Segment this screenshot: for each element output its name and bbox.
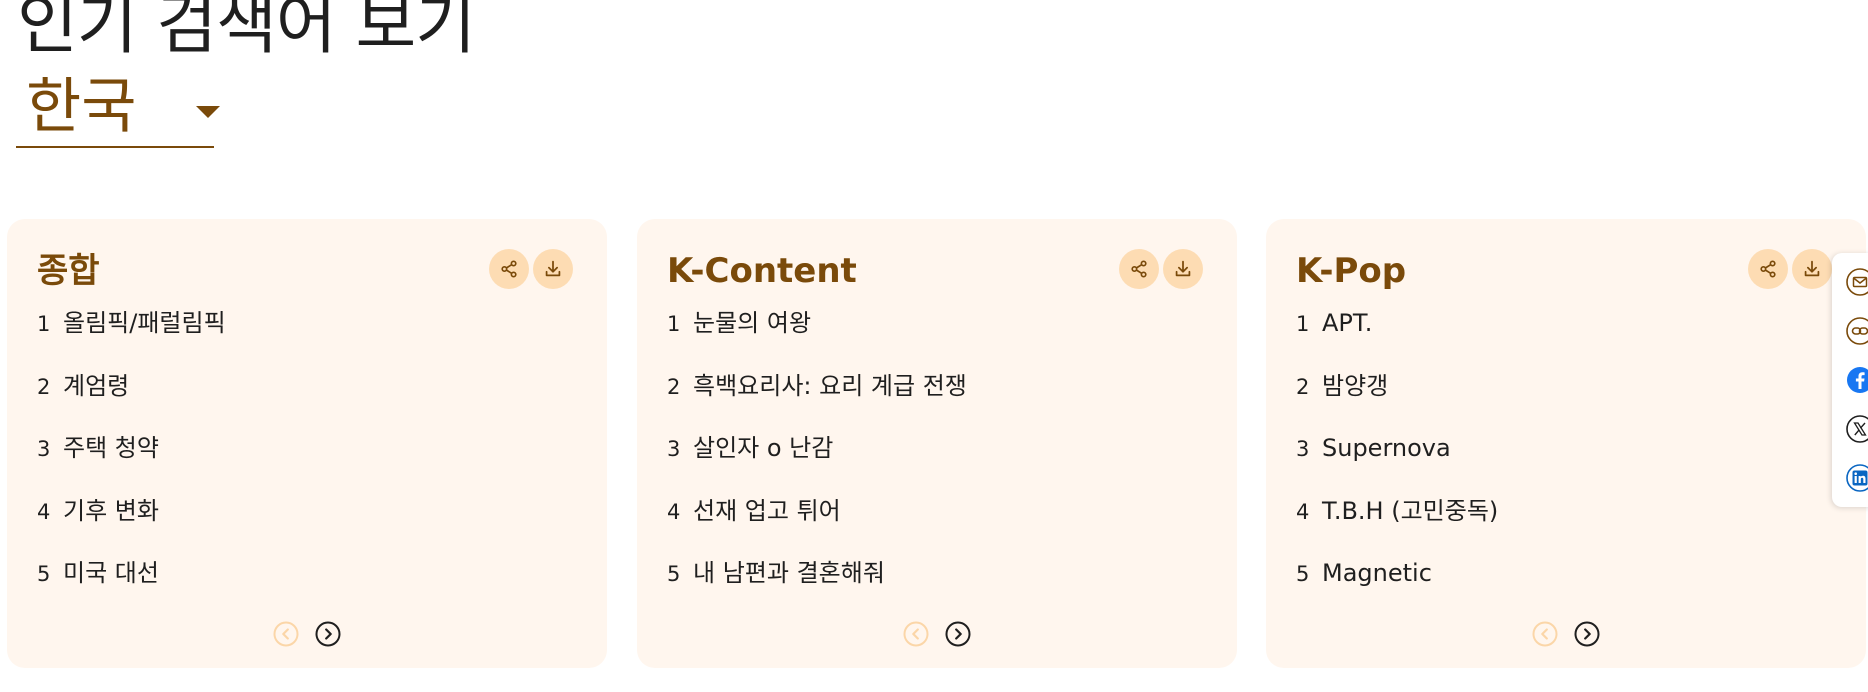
item-rank: 1 [1296,312,1310,336]
item-rank: 5 [1296,562,1310,586]
next-page-button[interactable] [1573,620,1601,648]
item-label: 올림픽/패럴림픽 [63,309,226,337]
card-title: K-Content [667,251,857,291]
link-icon [1846,317,1868,345]
share-facebook-button[interactable] [1845,365,1868,395]
list-item[interactable]: 5 미국 대선 [37,554,557,617]
region-dropdown[interactable]: 한국 [16,68,220,148]
list-item[interactable]: 1 APT. [1296,304,1816,367]
item-label: 선재 업고 튀어 [693,496,841,525]
item-label: T.B.H (고민중독) [1322,496,1499,525]
list-item[interactable]: 2 밤양갱 [1296,367,1816,430]
chevron-left-icon [1532,621,1558,647]
mail-icon [1846,268,1868,296]
trend-list: 1 눈물의 여왕 2 흑백요리사: 요리 계급 전쟁 3 살인자 o 난감 4 선재 업… [667,304,1187,617]
trend-card: K-Pop 1 APT. 2 밤양갱 3 Supernova 4 T.B.H (고민중독… [1266,219,1866,668]
item-label: Supernova [1322,434,1451,462]
item-rank: 2 [667,374,681,399]
item-rank: 3 [37,437,51,461]
list-item[interactable]: 1 눈물의 여왕 [667,304,1187,367]
share-button[interactable] [489,249,529,289]
chevron-left-icon [273,621,299,647]
chevron-right-icon [945,621,971,647]
item-label: Magnetic [1322,559,1432,587]
caret-down-icon [196,106,220,118]
region-selected-value: 한국 [26,72,137,142]
item-rank: 1 [37,312,51,336]
list-item[interactable]: 4 선재 업고 튀어 [667,492,1187,555]
list-item[interactable]: 3 살인자 o 난감 [667,429,1187,492]
list-item[interactable]: 5 Magnetic [1296,554,1816,617]
item-label: 눈물의 여왕 [693,309,812,337]
next-page-button[interactable] [944,620,972,648]
item-rank: 3 [667,437,681,461]
chevron-left-icon [903,621,929,647]
list-item[interactable]: 3 주택 청약 [37,429,557,492]
download-icon [1804,260,1820,277]
item-label: 기후 변화 [63,496,159,525]
item-rank: 5 [37,562,51,586]
list-item[interactable]: 2 계엄령 [37,367,557,430]
trend-list: 1 올림픽/패럴림픽 2 계엄령 3 주택 청약 4 기후 변화 5 미국 대선 [37,304,557,617]
item-label: 밤양갱 [1322,371,1389,400]
share-icon [1760,260,1776,278]
list-item[interactable]: 2 흑백요리사: 요리 계급 전쟁 [667,367,1187,430]
download-icon [1175,260,1191,277]
list-item[interactable]: 3 Supernova [1296,429,1816,492]
card-title: K-Pop [1296,251,1407,291]
item-label: 주택 청약 [63,434,159,462]
download-button[interactable] [1792,249,1832,289]
trend-card: 종합 1 올림픽/패럴림픽 2 계엄령 3 주택 청약 4 기후 변화 5 미국 대선 [7,219,607,668]
share-icon [501,260,517,278]
list-item[interactable]: 5 내 남편과 결혼해줘 [667,554,1187,617]
next-page-button[interactable] [314,620,342,648]
pagination [637,620,1237,650]
pagination [1266,620,1866,650]
chevron-right-icon [1574,621,1600,647]
previous-page-button[interactable] [1531,620,1559,648]
trend-card: K-Content 1 눈물의 여왕 2 흑백요리사: 요리 계급 전쟁 3 살인자 … [637,219,1237,668]
share-button[interactable] [1748,249,1788,289]
item-rank: 4 [1296,499,1310,524]
page-title: 인기 검색어 보기 [17,0,476,63]
previous-page-button[interactable] [272,620,300,648]
share-email-button[interactable] [1845,267,1868,297]
list-item[interactable]: 4 T.B.H (고민중독) [1296,492,1816,555]
list-item[interactable]: 1 올림픽/패럴림픽 [37,304,557,367]
download-button[interactable] [533,249,573,289]
download-button[interactable] [1163,249,1203,289]
trend-list: 1 APT. 2 밤양갱 3 Supernova 4 T.B.H (고민중독) 5 Mag… [1296,304,1816,617]
x-icon [1846,415,1868,443]
item-label: 미국 대선 [63,559,159,587]
item-rank: 5 [667,562,681,586]
chevron-right-icon [315,621,341,647]
item-rank: 4 [37,499,51,524]
share-linkedin-button[interactable] [1845,463,1868,493]
item-rank: 2 [37,374,51,399]
facebook-icon [1847,367,1868,393]
pagination [7,620,607,650]
item-rank: 4 [667,499,681,524]
share-button[interactable] [1119,249,1159,289]
list-item[interactable]: 4 기후 변화 [37,492,557,555]
card-title: 종합 [37,251,100,291]
item-rank: 1 [667,312,681,336]
page: 인기 검색어 보기 한국 종합 1 올림픽/패럴림픽 2 계엄령 3 주택 청약 4기… [0,0,1868,692]
download-icon [545,260,561,277]
item-label: 살인자 o 난감 [693,434,834,462]
copy-link-button[interactable] [1845,316,1868,346]
item-label: APT. [1322,309,1373,337]
previous-page-button[interactable] [902,620,930,648]
item-rank: 3 [1296,437,1310,461]
linkedin-icon [1846,464,1868,492]
share-x-button[interactable] [1845,414,1868,444]
item-label: 흑백요리사: 요리 계급 전쟁 [693,371,967,400]
item-label: 내 남편과 결혼해줘 [693,559,885,587]
item-rank: 2 [1296,374,1310,399]
item-label: 계엄령 [63,371,130,400]
share-sidebar [1832,253,1868,507]
share-icon [1131,260,1147,278]
